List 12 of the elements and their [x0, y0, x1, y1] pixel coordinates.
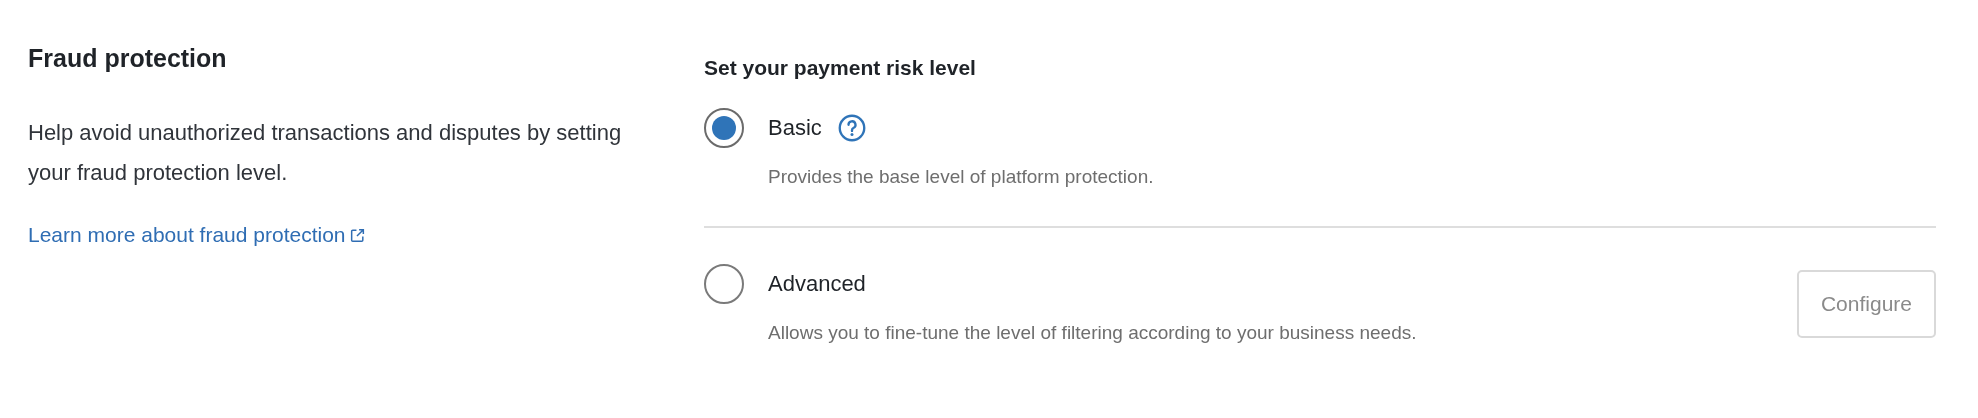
section-title: Fraud protection	[28, 44, 228, 73]
section-description: Help avoid unauthorized transactions and disputes by setting your fraud protection level.	[28, 119, 623, 187]
option-description: Allows you to fine-tune the level of filtering according to your business needs.	[768, 322, 1417, 344]
option-description: Provides the base level of platform protection.	[768, 166, 1154, 188]
option-label: Basic	[768, 115, 822, 141]
radio-button[interactable]	[704, 108, 744, 148]
option-label: Advanced	[768, 271, 866, 297]
external-link-icon	[348, 226, 366, 244]
radio-button[interactable]	[704, 264, 744, 304]
help-icon[interactable]	[837, 114, 866, 142]
risk-level-heading: Set your payment risk level	[704, 56, 977, 80]
learn-more-link[interactable]: Learn more about fraud protection	[28, 223, 366, 247]
